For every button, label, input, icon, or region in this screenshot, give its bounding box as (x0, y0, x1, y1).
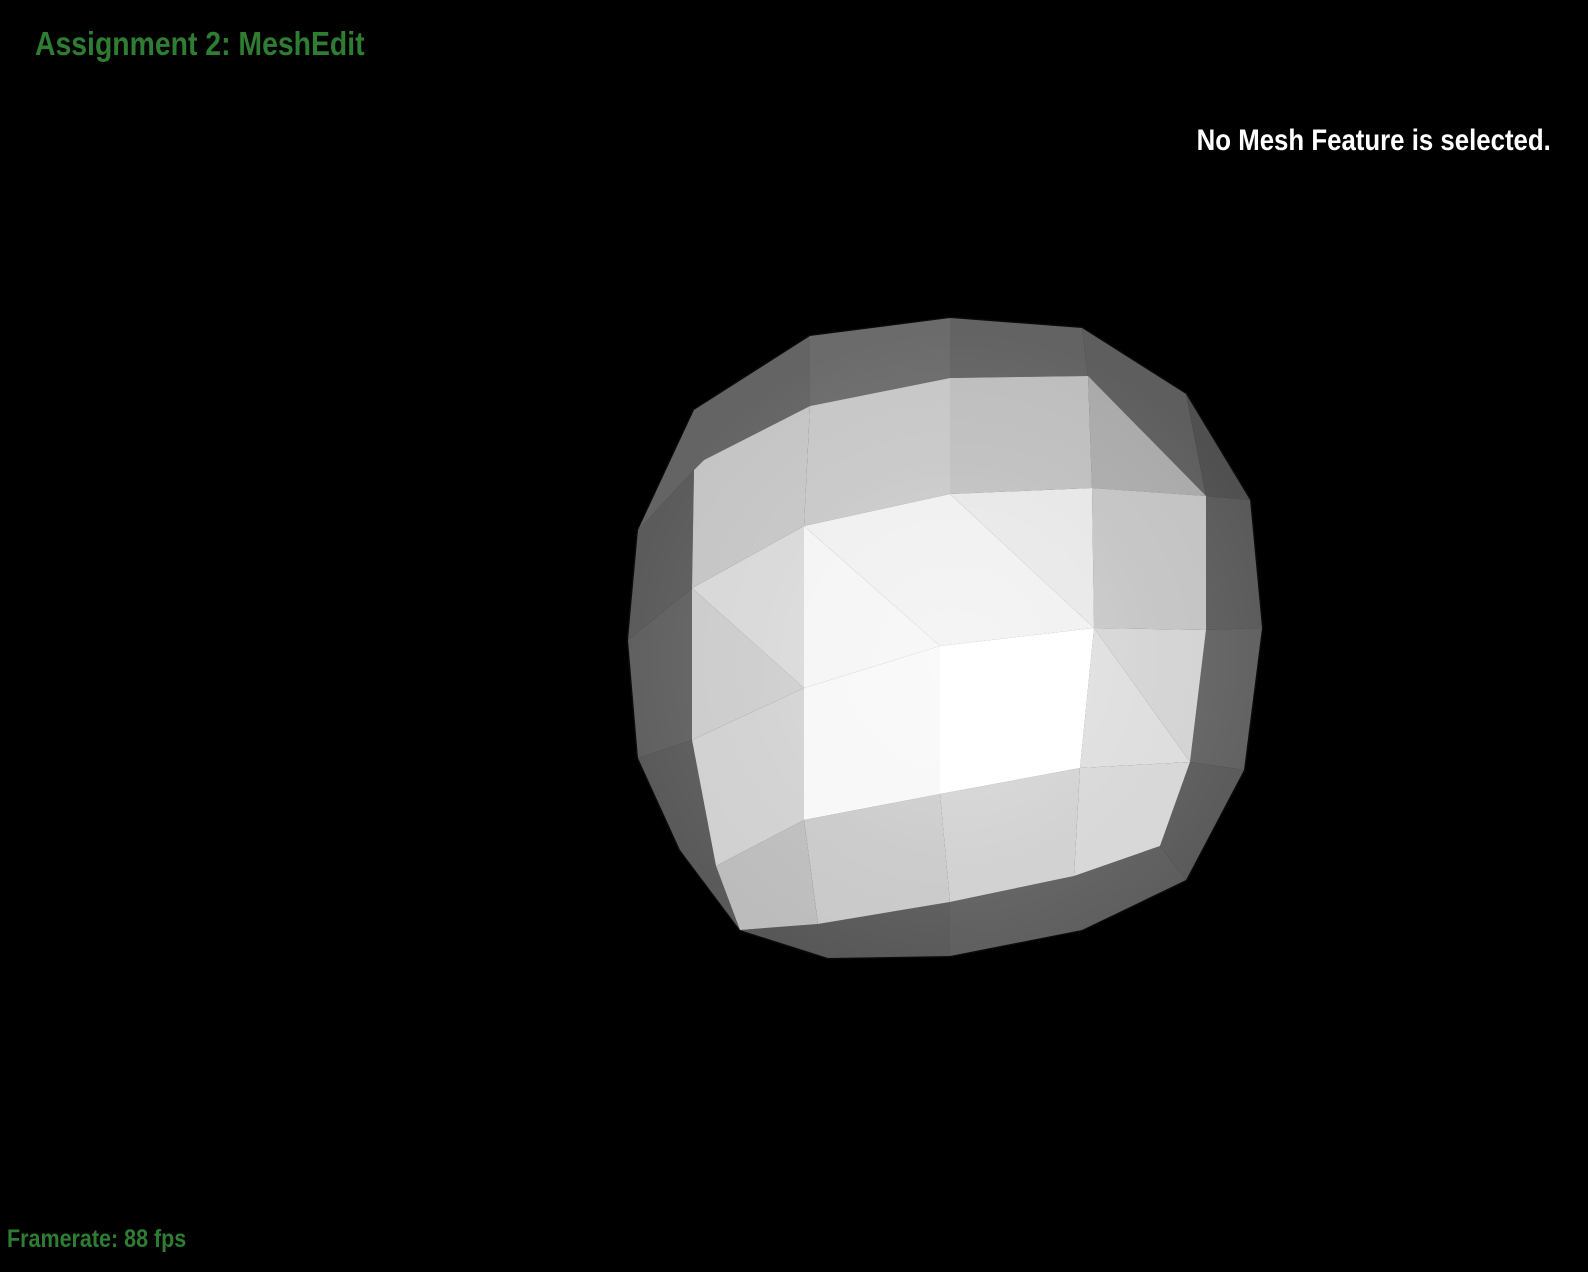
mesh-sheen (628, 318, 1262, 958)
app-title: Assignment 2: MeshEdit (35, 25, 365, 62)
framerate-readout: Framerate: 88 fps (7, 1225, 187, 1253)
mesh-viewport[interactable]: Assignment 2: MeshEdit No Mesh Feature i… (0, 0, 1588, 1272)
selection-status: No Mesh Feature is selected. (1196, 124, 1551, 157)
mesh-render[interactable] (0, 0, 1588, 1272)
